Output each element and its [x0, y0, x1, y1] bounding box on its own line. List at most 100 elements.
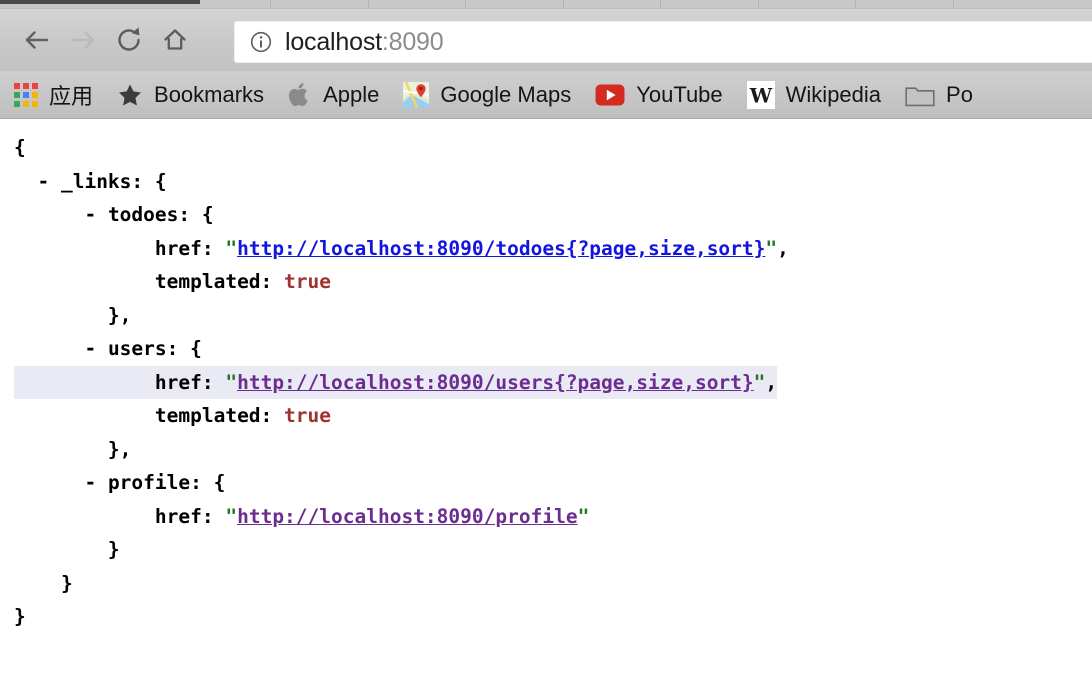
star-icon — [119, 83, 142, 105]
json-row: }, — [14, 299, 1092, 333]
json-row: href: "http://localhost:8090/todoes{?pag… — [14, 232, 1092, 266]
json-string-quote: " — [765, 236, 778, 260]
json-boolean-value: true — [284, 270, 331, 293]
apps-grid-icon — [14, 82, 38, 107]
tab-separator — [758, 0, 759, 8]
json-punctuation: , — [777, 236, 789, 260]
json-row: - profile: { — [14, 466, 1092, 500]
page-content: { - _links: { - todoes: { href: "http://… — [0, 119, 1092, 676]
json-key: users: — [107, 337, 191, 360]
folder-icon — [905, 86, 935, 106]
json-tree-viewer: { - _links: { - todoes: { href: "http://… — [0, 131, 1092, 634]
address-port: :8090 — [381, 27, 444, 56]
tab-separator — [270, 0, 271, 8]
json-punctuation: { — [154, 169, 167, 193]
json-key: templated: — [154, 270, 285, 293]
json-collapse-toggle[interactable]: - — [84, 471, 107, 494]
home-button[interactable] — [152, 17, 198, 63]
json-row: - _links: { — [14, 165, 1092, 199]
tab-separator — [563, 0, 564, 8]
reload-icon — [118, 27, 140, 51]
tab-separator — [465, 0, 466, 8]
json-punctuation: , — [765, 370, 778, 394]
json-collapse-toggle[interactable]: - — [84, 203, 107, 226]
address-bar[interactable]: localhost:8090 — [234, 21, 1092, 63]
info-circle-icon[interactable] — [250, 31, 272, 53]
bookmark-label: Po — [946, 81, 973, 107]
active-tab-sliver[interactable] — [0, 0, 200, 4]
forward-button — [60, 17, 106, 63]
svg-text:W: W — [748, 83, 772, 107]
json-key: href: — [154, 504, 226, 528]
json-row: } — [14, 533, 1092, 567]
json-value-link[interactable]: http://localhost:8090/users{?page,size,s… — [237, 371, 754, 394]
bookmark-folder-po[interactable]: Po — [905, 82, 973, 108]
arrow-right-icon — [71, 31, 95, 49]
tab-separator — [368, 0, 369, 8]
json-row: templated: true — [14, 399, 1092, 433]
back-button[interactable] — [14, 17, 60, 63]
json-punctuation: { — [201, 203, 214, 226]
json-value-link[interactable]: http://localhost:8090/profile — [237, 505, 577, 528]
json-punctuation: { — [14, 136, 26, 159]
bookmark-label: Google Maps — [440, 81, 572, 107]
bookmark-google-maps[interactable]: Google Maps — [403, 81, 572, 108]
tab-separator — [660, 0, 661, 8]
json-punctuation: { — [190, 337, 202, 360]
json-string-quote: " — [225, 504, 238, 528]
youtube-icon — [595, 84, 625, 105]
json-row: } — [14, 600, 1092, 634]
json-punctuation: }, — [107, 437, 132, 461]
bookmark-label: 应用 — [49, 83, 94, 109]
json-key: href: — [154, 370, 226, 394]
json-value-link[interactable]: http://localhost:8090/todoes{?page,size,… — [237, 237, 765, 260]
json-punctuation: }, — [107, 303, 132, 327]
json-collapse-toggle[interactable]: - — [84, 337, 107, 360]
json-row: } — [14, 567, 1092, 601]
bookmark-label: Bookmarks — [154, 81, 265, 107]
browser-window: localhost:8090 应用 Bookmarks Apple Google… — [0, 0, 1092, 676]
tab-separator — [855, 0, 856, 8]
json-row: { — [14, 131, 1092, 165]
json-row: templated: true — [14, 265, 1092, 299]
json-key: _links: — [60, 169, 155, 193]
json-punctuation: { — [213, 471, 226, 494]
json-string-quote: " — [225, 370, 238, 394]
bookmark-youtube[interactable]: YouTube — [595, 81, 723, 108]
json-row: }, — [14, 433, 1092, 467]
arrow-left-icon — [25, 31, 49, 49]
bookmark-bookmarks[interactable]: Bookmarks — [117, 82, 264, 108]
json-collapse-toggle[interactable]: - — [37, 170, 60, 193]
bookmark-apps[interactable]: 应用 — [14, 79, 93, 111]
json-key: templated: — [154, 404, 285, 427]
google-maps-icon — [403, 81, 430, 108]
json-string-quote: " — [577, 504, 590, 528]
json-key: todoes: — [107, 203, 202, 226]
address-host: localhost — [285, 27, 382, 56]
json-row: href: "http://localhost:8090/profile" — [14, 500, 1092, 534]
json-key: profile: — [107, 471, 214, 494]
json-row-selected-wrapper: href: "http://localhost:8090/users{?page… — [14, 365, 1092, 399]
bookmark-label: YouTube — [636, 81, 723, 107]
json-row: href: "http://localhost:8090/users{?page… — [14, 365, 778, 399]
address-bar-text[interactable]: localhost:8090 — [285, 27, 444, 57]
bookmark-label: Apple — [323, 81, 380, 107]
reload-button[interactable] — [106, 17, 152, 63]
json-string-quote: " — [753, 370, 766, 394]
bookmark-apple[interactable]: Apple — [288, 82, 379, 108]
tab-strip[interactable] — [0, 0, 1092, 9]
apple-logo-icon — [289, 82, 308, 106]
json-row: - todoes: { — [14, 198, 1092, 232]
home-icon — [164, 29, 186, 50]
bookmark-wikipedia[interactable]: W Wikipedia — [746, 80, 881, 109]
